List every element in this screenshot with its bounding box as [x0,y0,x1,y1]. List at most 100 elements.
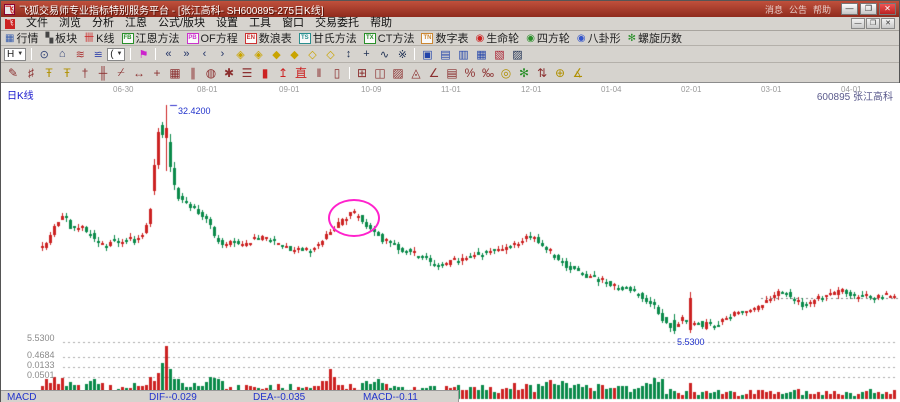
wave-icon[interactable]: ∿ [375,47,393,62]
gann-fan-icon[interactable]: ✱ [220,64,238,81]
cycle-circle-icon[interactable]: ◎ [497,64,515,81]
number-table-label: 数字表 [435,30,468,46]
marker-icon[interactable]: ※ [393,47,411,62]
permille-icon[interactable]: ‰ [479,64,497,81]
toolbar-button-ct-method[interactable]: TXCT方法 [364,30,415,46]
gann-flag-down-icon[interactable]: Ŧ [40,64,58,81]
menu-item-3[interactable]: 江恩 [125,17,147,30]
fit-height-icon[interactable]: ◇ [321,47,339,62]
split-box-icon[interactable]: ◫ [371,64,389,81]
zoom-out-icon[interactable]: ◆ [267,47,285,62]
titlebar-link-2[interactable]: 帮助 [813,3,831,16]
gann-flag-up-icon[interactable]: Ŧ [58,64,76,81]
mdi-window-controls: —❐✕ [851,18,895,29]
next-bar-icon[interactable]: › [213,47,231,62]
menu-item-2[interactable]: 分析 [92,17,114,30]
toolbar-button-sectors[interactable]: ▚板块 [45,30,77,46]
overlay-icon[interactable]: ≋ [71,47,89,62]
measure-angle-icon[interactable]: ∡ [569,64,587,81]
toolbar-button-number-table[interactable]: TN数字表 [421,30,468,46]
compress-icon[interactable]: ◈ [231,47,249,62]
layout-rows-icon[interactable]: ▤ [436,47,454,62]
band-icon[interactable]: ▤ [443,64,461,81]
square-grid-icon[interactable]: ⊞ [353,64,371,81]
mdi-button-2[interactable]: ✕ [881,18,895,29]
layout-cols-icon[interactable]: ▥ [454,47,472,62]
toolbar-button-quotes[interactable]: ▦行情 [5,30,38,46]
first-page-icon[interactable]: « [159,47,177,62]
fibonacci-lines-icon[interactable]: ☰ [238,64,256,81]
date-label-7: 02-01 [681,85,701,94]
prev-bar-icon[interactable]: ‹ [195,47,213,62]
vertical-bar-icon[interactable]: ▮ [256,64,274,81]
menu-item-9[interactable]: 帮助 [370,17,392,30]
menu-item-6[interactable]: 工具 [249,17,271,30]
zoom-in-icon[interactable]: ◆ [285,47,303,62]
toolbar-button-kline[interactable]: 卌K线 [84,30,114,46]
scale-icon[interactable]: ↕ [339,47,357,62]
arrow-up-icon[interactable]: ↥ [274,64,292,81]
toolbar-button-bagua-wheel[interactable]: ◉八卦形 [577,30,621,46]
gann-circle-icon[interactable]: ◍ [202,64,220,81]
double-line-icon[interactable]: ‖ [310,64,328,81]
compare-icon[interactable]: ≌ [89,47,107,62]
layout-grid-icon[interactable]: ▦ [472,47,490,62]
home-icon[interactable]: ⌂ [53,47,71,62]
ct-method-icon: TX [364,33,376,44]
toolbar-separator [349,67,350,79]
life-wheel-icon: ◉ [475,33,484,44]
grid-lines-icon[interactable]: ♯ [22,64,40,81]
layout-single-icon[interactable]: ▣ [418,47,436,62]
menu-item-8[interactable]: 交易委托 [315,17,359,30]
text-label-icon[interactable]: 直 [292,64,310,81]
layout-mixed-icon[interactable]: ▧ [490,47,508,62]
menu-items: 文件浏览分析江恩公式/版块设置工具窗口交易委托帮助 [26,17,392,30]
cross-line-icon[interactable]: † [76,64,94,81]
menu-item-0[interactable]: 文件 [26,17,48,30]
target-icon[interactable]: ⊕ [551,64,569,81]
layout-custom-icon[interactable]: ▨ [508,47,526,62]
close-button[interactable]: ✕ [879,3,896,15]
gann-grid-icon[interactable]: ▦ [166,64,184,81]
titlebar-link-1[interactable]: 公告 [789,3,807,16]
trend-line-icon[interactable]: ⌿ [112,64,130,81]
restore-button[interactable]: ❐ [860,3,877,15]
percent-icon[interactable]: % [461,64,479,81]
flag-icon[interactable]: ⚑ [134,47,152,62]
parallel-lines-icon[interactable]: ∥ [184,64,202,81]
box-icon[interactable]: ▯ [328,64,346,81]
menu-item-4[interactable]: 公式/版块 [158,17,205,30]
horizontal-line-icon[interactable]: ↔ [130,64,148,81]
pencil-icon[interactable]: ✎ [4,64,22,81]
zoom-area-icon[interactable]: ⊙ [35,47,53,62]
mdi-button-1[interactable]: ❐ [866,18,880,29]
toolbar-button-wave-table[interactable]: EN数浪表 [245,30,292,46]
app-logo-icon: 飞 [4,4,15,15]
period-combo[interactable]: H▼ [4,48,26,61]
toolbar-button-square-wheel[interactable]: ◉四方轮 [526,30,570,46]
toolbar-button-gann-fan-method[interactable]: TS甘氏方法 [299,30,357,46]
mdi-button-0[interactable]: — [851,18,865,29]
menu-item-7[interactable]: 窗口 [282,17,304,30]
expand-icon[interactable]: ◈ [249,47,267,62]
bracket-combo[interactable]: (▼ [107,48,125,61]
toolbar-button-gann-method[interactable]: FB江恩方法 [122,30,180,46]
triangle-icon[interactable]: ◬ [407,64,425,81]
titlebar-link-0[interactable]: 消息 [765,3,783,16]
toolbar-button-spiral-calendar[interactable]: ✻螺旋历数 [628,30,682,46]
toolbar-button-life-wheel[interactable]: ◉生命轮 [475,30,519,46]
channel-icon[interactable]: ╫ [94,64,112,81]
updown-icon[interactable]: ⇅ [533,64,551,81]
menu-item-1[interactable]: 浏览 [59,17,81,30]
crosshair-icon[interactable]: + [357,47,375,62]
spiral-icon[interactable]: ✻ [515,64,533,81]
cross-icon[interactable]: + [148,64,166,81]
fit-width-icon[interactable]: ◇ [303,47,321,62]
minimize-button[interactable]: — [841,3,858,15]
kline-chart-canvas[interactable] [1,83,900,402]
last-page-icon[interactable]: » [177,47,195,62]
toolbar-button-of-equation[interactable]: PBOF方程 [187,30,238,46]
menu-item-5[interactable]: 设置 [216,17,238,30]
hatch-box-icon[interactable]: ▨ [389,64,407,81]
angle-icon[interactable]: ∠ [425,64,443,81]
